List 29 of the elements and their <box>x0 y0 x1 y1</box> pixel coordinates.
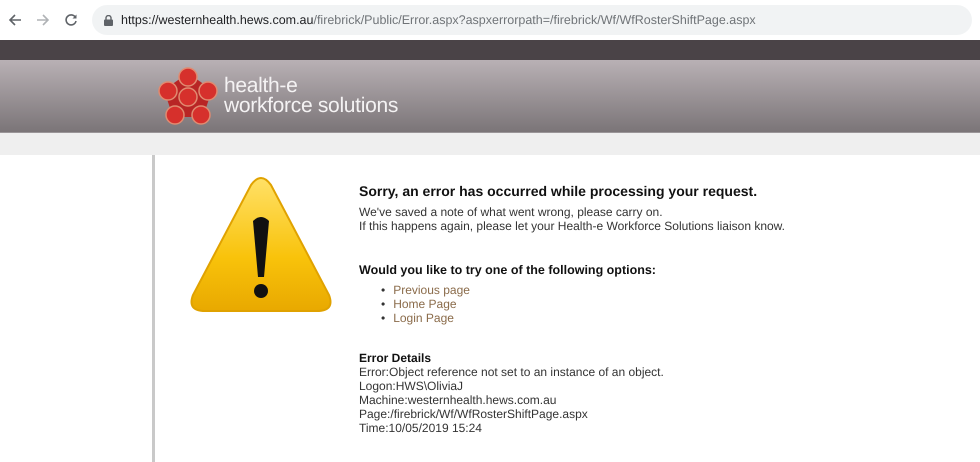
option-link[interactable]: Login Page <box>393 311 454 325</box>
url-path: /firebrick/Public/Error.aspx?aspxerrorpath=/firebrick/Wf/WfRosterShiftPage.aspx <box>313 13 756 27</box>
option-link[interactable]: Previous page <box>393 283 470 297</box>
error-detail: Error:Object reference not set to an instance of an object. <box>359 365 665 379</box>
error-message: If this happens again, please let your Health-e Workforce Solutions liaison know. <box>359 219 786 233</box>
reload-icon <box>64 13 78 27</box>
error-detail: Page:/firebrick/Wf/WfRosterShiftPage.aspx <box>359 407 589 421</box>
address-bar[interactable]: https://westernhealth.hews.com.au/firebrick/Public/Error.aspx?aspxerrorpath=/firebrick/Wf/WfRosterShiftPage.aspx <box>92 5 972 35</box>
back-button[interactable] <box>8 13 22 27</box>
back-arrow-icon <box>8 13 22 27</box>
url-host: https://westernhealth.hews.com.au <box>121 13 314 27</box>
bullet: • <box>381 297 386 311</box>
lock-icon <box>104 14 113 26</box>
error-title: Sorry, an error has occurred while processing your request. <box>359 183 758 199</box>
bullet: • <box>381 283 386 297</box>
logo-text: health-e <box>224 76 298 96</box>
error-detail: Logon:HWS\OliviaJ <box>359 379 464 393</box>
bullet: • <box>381 311 386 325</box>
option-link[interactable]: Home Page <box>393 297 457 311</box>
error-detail: Machine:westernhealth.hews.com.au <box>359 393 558 407</box>
reload-button[interactable] <box>64 13 78 27</box>
error-detail: Time:10/05/2019 15:24 <box>359 421 483 435</box>
logo-icon <box>158 67 218 125</box>
details-heading: Error Details <box>359 351 432 365</box>
warning-icon <box>189 177 333 315</box>
options-heading: Would you like to try one of the following options: <box>359 263 657 277</box>
forward-arrow-icon <box>36 13 50 27</box>
logo-text: workforce solutions <box>224 96 398 116</box>
error-message: We've saved a note of what went wrong, please carry on. <box>359 205 664 219</box>
